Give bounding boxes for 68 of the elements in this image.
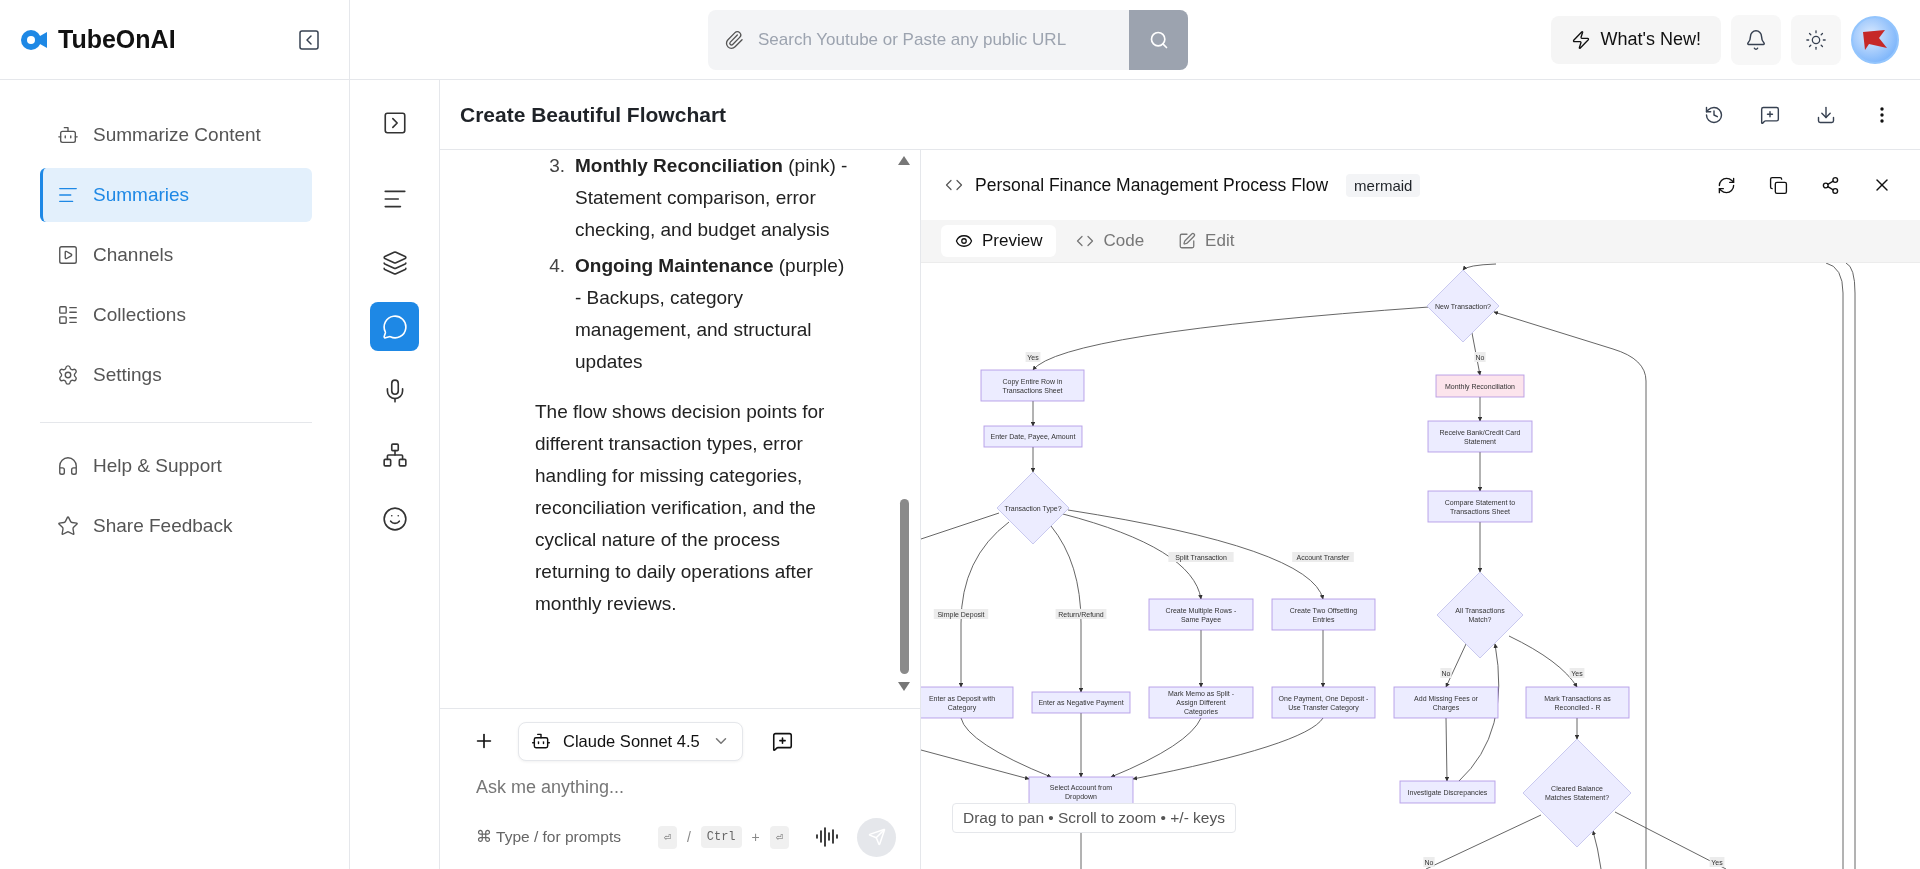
flag-icon <box>1861 27 1889 52</box>
layers-icon <box>381 249 408 276</box>
sidebar-item[interactable]: Channels <box>40 228 312 282</box>
robot-icon <box>57 124 79 146</box>
view-tab[interactable]: Code <box>1062 225 1159 257</box>
sidebar-item[interactable]: Settings <box>40 348 312 402</box>
sun-icon <box>1805 28 1827 51</box>
download-icon <box>1816 104 1836 125</box>
message-paragraph: The flow shows decision points for different transaction types, error handling for missing categories, reconciliation verification, and the cyclical nature of the process returning to daily operations after monthly reviews. <box>535 400 826 616</box>
brand-name: TubeOnAI <box>58 25 177 54</box>
list-number: 3. <box>548 154 565 178</box>
list-icon <box>57 304 79 326</box>
chat-bubble-button[interactable] <box>370 302 419 351</box>
scroll-up-arrow[interactable] <box>898 156 910 165</box>
edit-icon <box>1178 232 1197 250</box>
artifact-title: Personal Finance Management Process Flow <box>975 174 1329 196</box>
share-icon <box>1820 175 1840 195</box>
paperclip-icon <box>724 29 744 50</box>
send-icon <box>867 828 886 846</box>
search-input[interactable]: Search Youtube or Paste any public URL <box>756 28 1129 51</box>
copy-icon <box>1768 175 1788 195</box>
model-dropdown[interactable]: Claude Sonnet 4.5 <box>518 721 743 761</box>
shortcut-key: ⏎ <box>657 825 677 849</box>
more-icon <box>1880 106 1884 123</box>
pan-zoom-hint: Drag to pan • Scroll to zoom • +/- keys <box>952 803 1236 833</box>
sidebar-item[interactable]: Summarize Content <box>40 108 312 162</box>
view-tab[interactable]: Edit <box>1164 225 1249 257</box>
logo-icon <box>20 28 48 51</box>
search-icon <box>1148 29 1169 50</box>
play-square-icon <box>57 244 79 266</box>
star-icon <box>57 515 79 537</box>
language-tag: mermaid <box>1346 173 1421 197</box>
square-chevron-left-icon <box>297 27 321 52</box>
view-tab[interactable]: Preview <box>941 225 1057 257</box>
notifications-button[interactable] <box>1731 14 1781 65</box>
panel-toggle-icon <box>381 109 408 136</box>
scroll-down-arrow[interactable] <box>898 682 910 691</box>
list-number: 4. <box>548 254 565 278</box>
whats-new-button[interactable]: What's New! <box>1550 15 1721 64</box>
page-title: Create Beautiful Flowchart <box>460 102 728 127</box>
scrollbar-thumb[interactable] <box>899 499 909 674</box>
list-item-text: Monthly Reconciliation (pink) - Statement comparison, error checking, and budget analysis <box>575 154 849 242</box>
hierarchy-icon <box>381 441 408 468</box>
chat-bubble-icon <box>381 313 408 340</box>
shortcut-key: ⏎ <box>769 825 789 849</box>
sound-wave-icon <box>815 825 839 849</box>
prompt-hint: ⌘ Type / for prompts <box>475 828 621 846</box>
bell-icon <box>1745 28 1767 51</box>
face-icon <box>381 505 408 532</box>
avatar-icon[interactable] <box>1851 15 1899 64</box>
shortcut-separator: / <box>686 829 691 845</box>
settings-icon <box>57 364 79 386</box>
refresh-icon <box>1716 175 1736 195</box>
search-field[interactable]: Search Youtube or Paste any public URL <box>708 9 1188 70</box>
robot-icon <box>531 731 551 751</box>
comment-plus-icon <box>1760 104 1780 125</box>
list-item-text: Ongoing Maintenance (purple) - Backups, category management, and structural updates <box>575 254 846 374</box>
history-icon <box>1704 104 1724 125</box>
theme-toggle-button[interactable] <box>1791 14 1841 65</box>
headset-icon <box>57 455 79 477</box>
eye-icon <box>955 232 973 250</box>
sidebar-item[interactable]: Collections <box>40 288 312 342</box>
comment-plus-icon <box>772 730 794 752</box>
sidebar-item[interactable]: Share Feedback <box>40 499 312 553</box>
sidebar-item[interactable]: Help & Support <box>40 439 312 493</box>
shortcut-key: Ctrl <box>700 826 742 848</box>
shortcut-separator: + <box>751 829 760 845</box>
lightning-icon <box>1570 29 1591 50</box>
